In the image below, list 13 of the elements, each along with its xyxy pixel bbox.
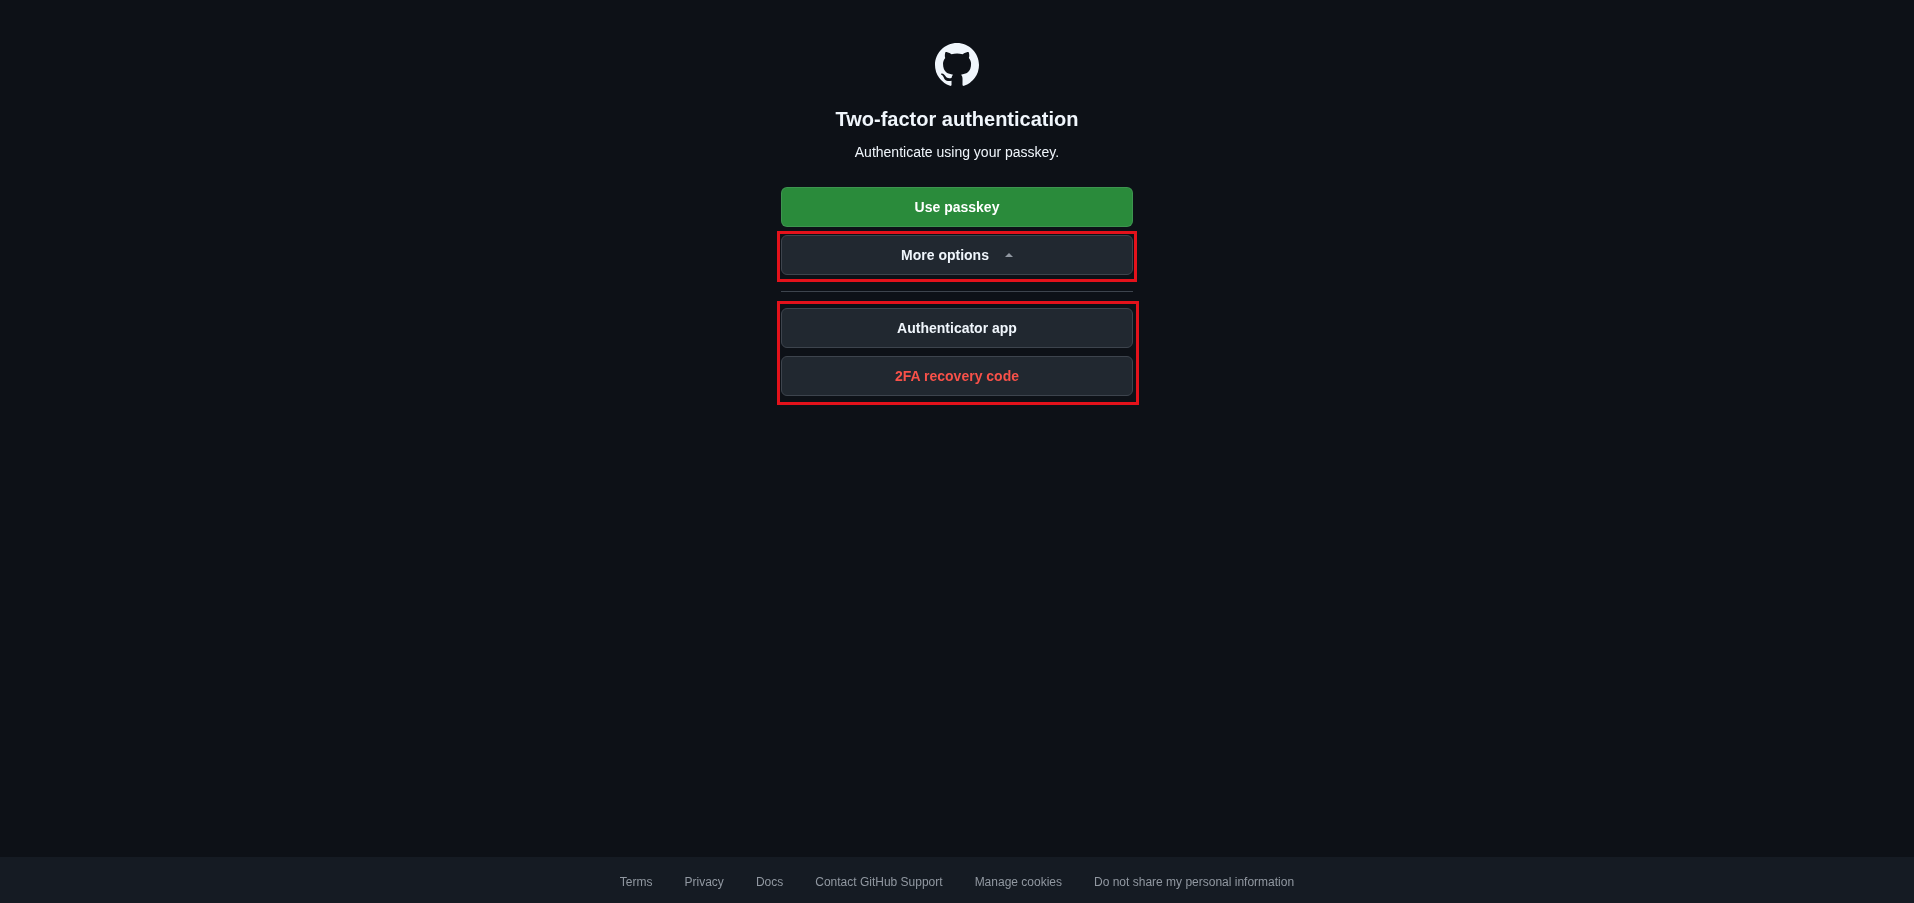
use-passkey-button[interactable]: Use passkey	[781, 187, 1133, 227]
footer-link[interactable]: Do not share my personal information	[1094, 875, 1295, 889]
page-title: Two-factor authentication	[835, 107, 1079, 132]
cat-logo-icon	[935, 43, 979, 87]
subtitle-text: Authenticate using your passkey.	[854, 143, 1060, 162]
option-button[interactable]: 2FA recovery code	[781, 356, 1133, 396]
option-button[interactable]: Authenticator app	[781, 308, 1133, 348]
footer-link[interactable]: Terms	[619, 875, 653, 889]
footer-link[interactable]: Privacy	[684, 875, 724, 889]
footer-link[interactable]: Manage cookies	[974, 875, 1062, 889]
footer-link[interactable]: Docs	[755, 875, 784, 889]
more-options-button[interactable]: More options	[781, 235, 1133, 275]
footer-link[interactable]: Contact GitHub Support	[815, 875, 943, 889]
